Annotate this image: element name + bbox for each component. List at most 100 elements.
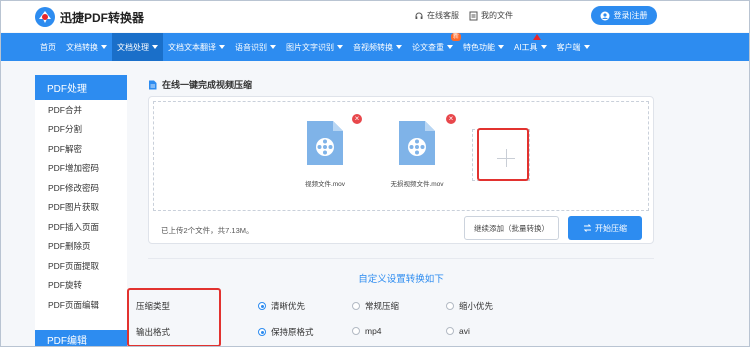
customer-service-link[interactable]: 在线客服 <box>414 10 459 21</box>
nav-item-features[interactable]: 特色功能 <box>458 33 509 61</box>
chevron-down-icon <box>540 45 547 49</box>
radio-label: 保持原格式 <box>271 327 314 337</box>
sidebar-section-pdf-edit[interactable]: PDF编辑 <box>35 330 127 347</box>
radio-icon <box>258 302 266 310</box>
sidebar-item-pdf-page-edit[interactable]: PDF页面编辑 <box>35 295 127 315</box>
document-icon <box>149 80 157 89</box>
radio-label: avi <box>459 326 470 336</box>
chevron-down-icon <box>396 45 402 49</box>
radio-normal-compress[interactable]: 常规压缩 <box>352 300 399 312</box>
add-more-button[interactable]: 继续添加（批量转换） <box>464 216 559 240</box>
chevron-down-icon <box>152 45 158 49</box>
top-bar: 迅捷PDF转换器 在线客服 我的文件 登录|注册 <box>0 0 750 32</box>
sidebar-item-pdf-extract-images[interactable]: PDF图片获取 <box>35 198 127 218</box>
nav-label: 文档处理 <box>117 42 149 52</box>
logo-icon <box>34 6 56 28</box>
radio-icon <box>446 302 454 310</box>
sidebar-item-pdf-split[interactable]: PDF分割 <box>35 120 127 140</box>
radio-icon <box>258 328 266 336</box>
chevron-down-icon <box>219 45 225 49</box>
sidebar-item-pdf-insert-page[interactable]: PDF插入页面 <box>35 217 127 237</box>
video-file-icon <box>399 121 435 165</box>
nav-item-speech-recognition[interactable]: 语音识别 <box>230 33 281 61</box>
main-nav: 首页 文档转换 文档处理 文档文本翻译 语音识别 图片文字识别 音视频转换 论文… <box>0 33 750 61</box>
radio-label: 常规压缩 <box>365 301 400 311</box>
sidebar-item-pdf-add-password[interactable]: PDF增加密码 <box>35 159 127 179</box>
nav-label: AI工具 <box>514 42 538 52</box>
arrow-up-icon <box>533 34 541 40</box>
sidebar-item-pdf-rotate[interactable]: PDF旋转 <box>35 276 127 296</box>
my-files-label: 我的文件 <box>481 11 513 20</box>
nav-label: 首页 <box>40 42 56 52</box>
nav-label: 音视频转换 <box>353 42 393 52</box>
radio-icon <box>352 302 360 310</box>
settings-title: 自定义设置转换如下 <box>358 274 444 285</box>
headset-icon <box>415 12 423 19</box>
page-title-text: 在线一键完成视频压缩 <box>162 80 253 90</box>
start-compress-button[interactable]: 开始压缩 <box>568 216 642 240</box>
sidebar: PDF处理 PDF合并 PDF分割 PDF解密 PDF增加密码 PDF修改密码 … <box>35 75 127 347</box>
my-files-link[interactable]: 我的文件 <box>469 10 513 21</box>
login-register-label: 登录|注册 <box>613 11 648 20</box>
radio-mp4[interactable]: mp4 <box>352 326 382 336</box>
remove-file-icon[interactable]: × <box>446 114 456 124</box>
nav-item-ai-tools[interactable]: AI工具 <box>509 33 552 61</box>
highlight-box <box>127 288 221 347</box>
remove-file-icon[interactable]: × <box>352 114 362 124</box>
video-file-icon <box>307 121 343 165</box>
nav-item-doc-translate[interactable]: 文档文本翻译 <box>163 33 230 61</box>
radio-label: mp4 <box>365 326 382 336</box>
radio-avi[interactable]: avi <box>446 326 470 336</box>
nav-label: 文档文本翻译 <box>168 42 216 52</box>
chevron-down-icon <box>583 45 590 49</box>
chevron-down-icon <box>101 45 107 49</box>
app-logo[interactable]: 迅捷PDF转换器 <box>34 6 144 28</box>
radio-keep-format[interactable]: 保持原格式 <box>258 326 314 338</box>
app-name: 迅捷PDF转换器 <box>60 10 145 25</box>
sidebar-item-pdf-change-password[interactable]: PDF修改密码 <box>35 178 127 198</box>
file-name: 无损视频文件.mov <box>390 181 444 188</box>
login-register-button[interactable]: 登录|注册 <box>591 6 657 25</box>
radio-label: 清晰优先 <box>271 301 306 311</box>
nav-item-av-convert[interactable]: 音视频转换 <box>348 33 407 61</box>
nav-item-image-ocr[interactable]: 图片文字识别 <box>281 33 348 61</box>
chevron-down-icon <box>337 45 343 49</box>
nav-item-doc-convert[interactable]: 文档转换 <box>61 33 112 61</box>
nav-label: 文档转换 <box>66 42 98 52</box>
drop-zone[interactable]: 视频文件.mov × 无损视频文件.mov × <box>153 101 649 211</box>
radio-icon <box>352 327 360 335</box>
settings-panel: 自定义设置转换如下 <box>148 258 654 347</box>
radio-size-first[interactable]: 缩小优先 <box>446 300 493 312</box>
sidebar-item-pdf-extract-page[interactable]: PDF页面提取 <box>35 256 127 276</box>
chevron-down-icon <box>270 45 276 49</box>
sidebar-item-pdf-delete-page[interactable]: PDF删除页 <box>35 237 127 257</box>
nav-label: 图片文字识别 <box>286 42 334 52</box>
customer-service-label: 在线客服 <box>427 11 459 20</box>
highlight-box <box>477 128 529 181</box>
chevron-down-icon <box>498 45 504 49</box>
upload-panel: 视频文件.mov × 无损视频文件.mov × 已上传2个文件，共7.13M。 … <box>148 96 654 244</box>
file-card[interactable]: 视频文件.mov <box>284 121 366 188</box>
sidebar-item-pdf-merge[interactable]: PDF合并 <box>35 100 127 120</box>
file-card[interactable]: 无损视频文件.mov <box>376 121 458 188</box>
file-name: 视频文件.mov <box>304 181 346 188</box>
upload-summary: 已上传2个文件，共7.13M。 <box>161 226 254 235</box>
file-icon <box>469 11 478 20</box>
swap-icon <box>583 224 592 232</box>
nav-label: 客户端 <box>556 42 581 52</box>
nav-item-doc-process[interactable]: 文档处理 <box>112 33 163 61</box>
radio-label: 缩小优先 <box>459 301 494 311</box>
nav-label: 语音识别 <box>235 42 267 52</box>
nav-label: 特色功能 <box>463 42 495 52</box>
radio-clarity-first[interactable]: 清晰优先 <box>258 300 305 312</box>
nav-label: 论文查重 <box>412 42 444 52</box>
chevron-down-icon <box>447 45 453 49</box>
radio-icon <box>446 327 454 335</box>
nav-item-paper-check[interactable]: 论文查重新 <box>407 33 461 61</box>
sidebar-section-pdf-process[interactable]: PDF处理 <box>35 75 127 100</box>
page-title: 在线一键完成视频压缩 <box>148 78 252 91</box>
nav-item-home[interactable]: 首页 <box>35 33 61 61</box>
start-compress-label: 开始压缩 <box>595 223 627 233</box>
nav-item-client[interactable]: 客户端 <box>552 33 595 61</box>
sidebar-item-pdf-decrypt[interactable]: PDF解密 <box>35 139 127 159</box>
